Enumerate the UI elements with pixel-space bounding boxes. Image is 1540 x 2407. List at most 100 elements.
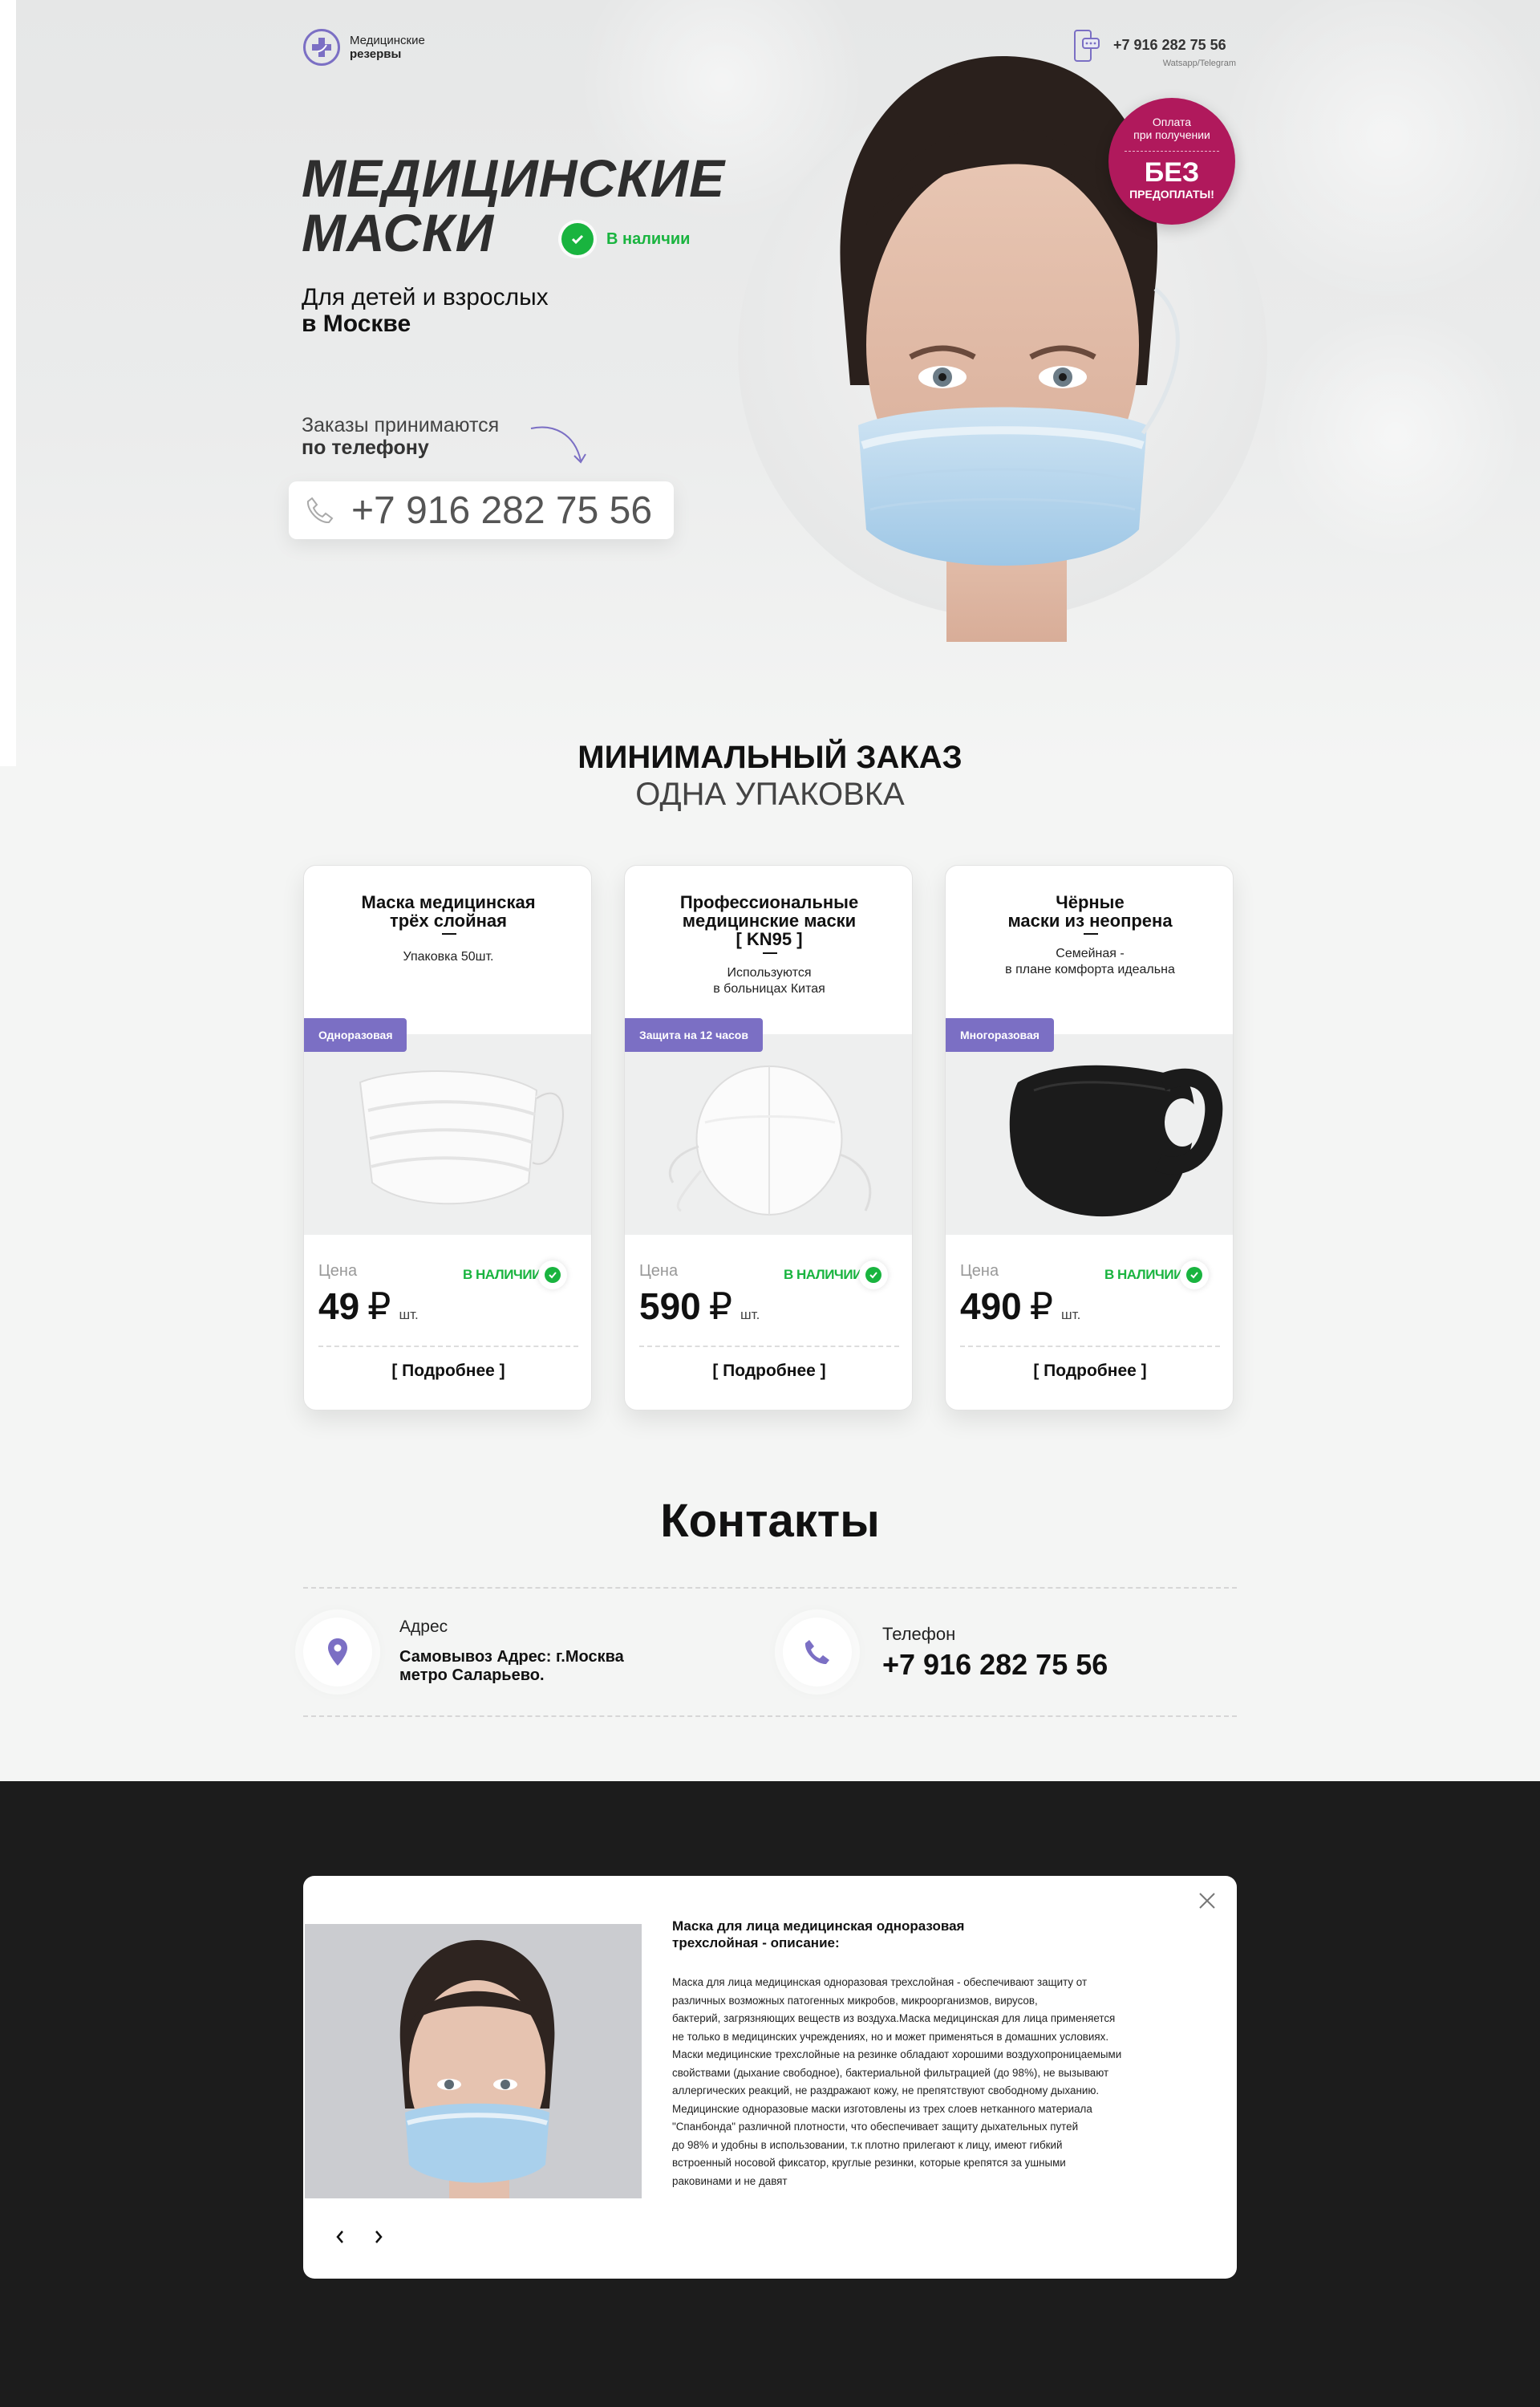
title-line1: МЕДИЦИНСКИЕ (302, 148, 726, 208)
phone-label: Телефон (882, 1624, 956, 1644)
min-order-title: МИНИМАЛЬНЫЙ ЗАКАЗ (578, 740, 962, 775)
price-label: Цена (318, 1262, 358, 1280)
modal-text-line: "Спанбонда" различной плотности, что обе… (672, 2121, 1079, 2133)
product-description: Упаковка 50шт. (304, 949, 591, 965)
surgical-mask-image (359, 1070, 565, 1205)
min-order-subtitle: ОДНА УПАКОВКА (635, 777, 905, 812)
in-stock-label: В НАЛИЧИИ (463, 1267, 541, 1282)
product-tag: Защита на 12 часов (625, 1018, 763, 1052)
product-title-line: [ KN95 ] (736, 929, 803, 949)
in-stock-label: В наличии (606, 229, 691, 248)
modal-text-line: различных возможных патогенных микробов,… (672, 1994, 1038, 2007)
modal-text-line: Медицинские одноразовые маски изготовлен… (672, 2102, 1092, 2115)
check-icon (1180, 1260, 1209, 1289)
badge-bottom-text: ПРЕДОПЛАТЫ! (1129, 188, 1214, 201)
badge-divider (1125, 151, 1219, 152)
contacts-phone-link[interactable]: +7 916 282 75 56 (882, 1648, 1108, 1682)
product-image (946, 1034, 1233, 1235)
contacts-divider-top (303, 1587, 1237, 1589)
contacts-title: Контакты (660, 1495, 880, 1547)
orders-line1: Заказы принимаются (302, 414, 500, 436)
product-title-line: Маска медицинская (361, 892, 536, 912)
curved-arrow-icon (530, 426, 586, 464)
product-card-neoprene: Чёрные маски из неопрена Семейная - в пл… (945, 865, 1234, 1411)
currency-symbol: ₽ (708, 1285, 733, 1327)
hero-phone-number: +7 916 282 75 56 (351, 489, 653, 532)
product-tag: Многоразовая (946, 1018, 1054, 1052)
badge-top-line1: Оплата (1152, 116, 1192, 128)
product-title-line: Чёрные (1056, 892, 1125, 912)
logo-text: Медицинские резервы (350, 34, 425, 61)
modal-text-line: раковинами и не давят (672, 2174, 788, 2187)
modal-product-photo (305, 1924, 642, 2198)
modal-text-line: свойствами (дыхание свободное), бактериа… (672, 2066, 1109, 2079)
modal-text-line: аллергических реакций, не раздражают кож… (672, 2084, 1100, 2096)
kn95-mask-image (668, 1065, 872, 1216)
subtitle-line2: в Москве (302, 311, 411, 337)
product-image (625, 1034, 912, 1235)
hero-subtitle: Для детей и взрослых в Москве (302, 284, 549, 337)
modal-text-line: Маски медицинские трехслойные на резинке… (672, 2048, 1122, 2060)
address-label: Адрес (399, 1618, 448, 1636)
in-stock-label: В НАЛИЧИИ (784, 1267, 862, 1282)
badge-top-text: Оплата при получении (1108, 116, 1235, 141)
price-value: 490 (960, 1285, 1022, 1327)
details-link[interactable]: [ Подробнее ] (304, 1362, 591, 1381)
price: 49 ₽ шт. (318, 1285, 419, 1328)
product-title-line: Профессиональные (679, 892, 859, 912)
price-unit: шт. (1061, 1307, 1081, 1322)
product-description-modal: Маска для лица медицинская одноразовая т… (303, 1876, 1237, 2279)
in-stock-badge: В наличии (561, 223, 690, 255)
close-icon[interactable] (1195, 1889, 1219, 1913)
product-image (304, 1034, 591, 1235)
modal-title-line1: Маска для лица медицинская одноразовая (672, 1918, 965, 1934)
details-link[interactable]: [ Подробнее ] (625, 1362, 912, 1381)
product-desc-line: Используются (727, 966, 812, 980)
badge-main-text: БЕЗ (1144, 157, 1200, 188)
modal-text-line: не только в медицинских учреждениях, но … (672, 2030, 1109, 2043)
chevron-right-icon[interactable] (367, 2226, 390, 2248)
product-description: Семейная - в плане комфорта идеальна (946, 946, 1233, 978)
price: 490 ₽ шт. (960, 1285, 1080, 1328)
product-card-3ply: Маска медицинская трёх слойная Упаковка … (303, 865, 592, 1411)
address-line1: Самовывоз Адрес: г.Москва (399, 1648, 624, 1666)
chevron-left-icon[interactable] (329, 2226, 351, 2248)
subtitle-line1: Для детей и взрослых (302, 284, 549, 311)
logo-line1: Медицинские (350, 34, 425, 47)
check-icon (859, 1260, 888, 1289)
location-pin-icon (303, 1618, 372, 1687)
price-value: 590 (639, 1285, 701, 1327)
check-icon (561, 223, 594, 255)
in-stock-label: В НАЛИЧИИ (1104, 1267, 1183, 1282)
logo-line2: резервы (350, 47, 402, 61)
product-title-line: маски из неопрена (1007, 911, 1173, 931)
no-prepayment-badge: Оплата при получении БЕЗ ПРЕДОПЛАТЫ! (1108, 98, 1235, 225)
price-unit: шт. (399, 1307, 419, 1322)
modal-description: Маска для лица медицинская одноразовая т… (672, 1974, 1218, 2190)
black-neoprene-mask-image (1009, 1065, 1223, 1217)
hero-phone-button[interactable]: +7 916 282 75 56 (289, 481, 674, 539)
price-divider (318, 1346, 578, 1347)
product-title: Чёрные маски из неопрена (946, 892, 1233, 931)
currency-symbol: ₽ (367, 1285, 391, 1327)
product-desc-line: Семейная - (1056, 947, 1125, 960)
modal-text-line: бактерий, загрязняющих веществ из воздух… (672, 2012, 1116, 2024)
contacts-divider-bottom (303, 1715, 1237, 1717)
modal-title: Маска для лица медицинская одноразовая т… (672, 1918, 1089, 1951)
logo[interactable]: Медицинские резервы (303, 29, 425, 66)
product-title: Профессиональные медицинские маски [ KN9… (625, 892, 912, 949)
title-divider (442, 933, 456, 935)
hero-background-decoration (1267, 305, 1524, 562)
title-divider (1084, 933, 1098, 935)
product-desc-line: Упаковка 50шт. (403, 950, 494, 964)
medical-cross-logo-icon (303, 29, 340, 66)
phone-handset-icon (306, 497, 334, 524)
orders-line2: по телефону (302, 436, 429, 459)
details-link[interactable]: [ Подробнее ] (946, 1362, 1233, 1381)
modal-text-line: до 98% и удобны в использовании, т.к пло… (672, 2138, 1063, 2151)
product-desc-line: в плане комфорта идеальна (1005, 963, 1175, 976)
currency-symbol: ₽ (1029, 1285, 1054, 1327)
price-value: 49 (318, 1285, 360, 1327)
product-card-kn95: Профессиональные медицинские маски [ KN9… (624, 865, 913, 1411)
hero-background-decoration (1219, 0, 1540, 305)
